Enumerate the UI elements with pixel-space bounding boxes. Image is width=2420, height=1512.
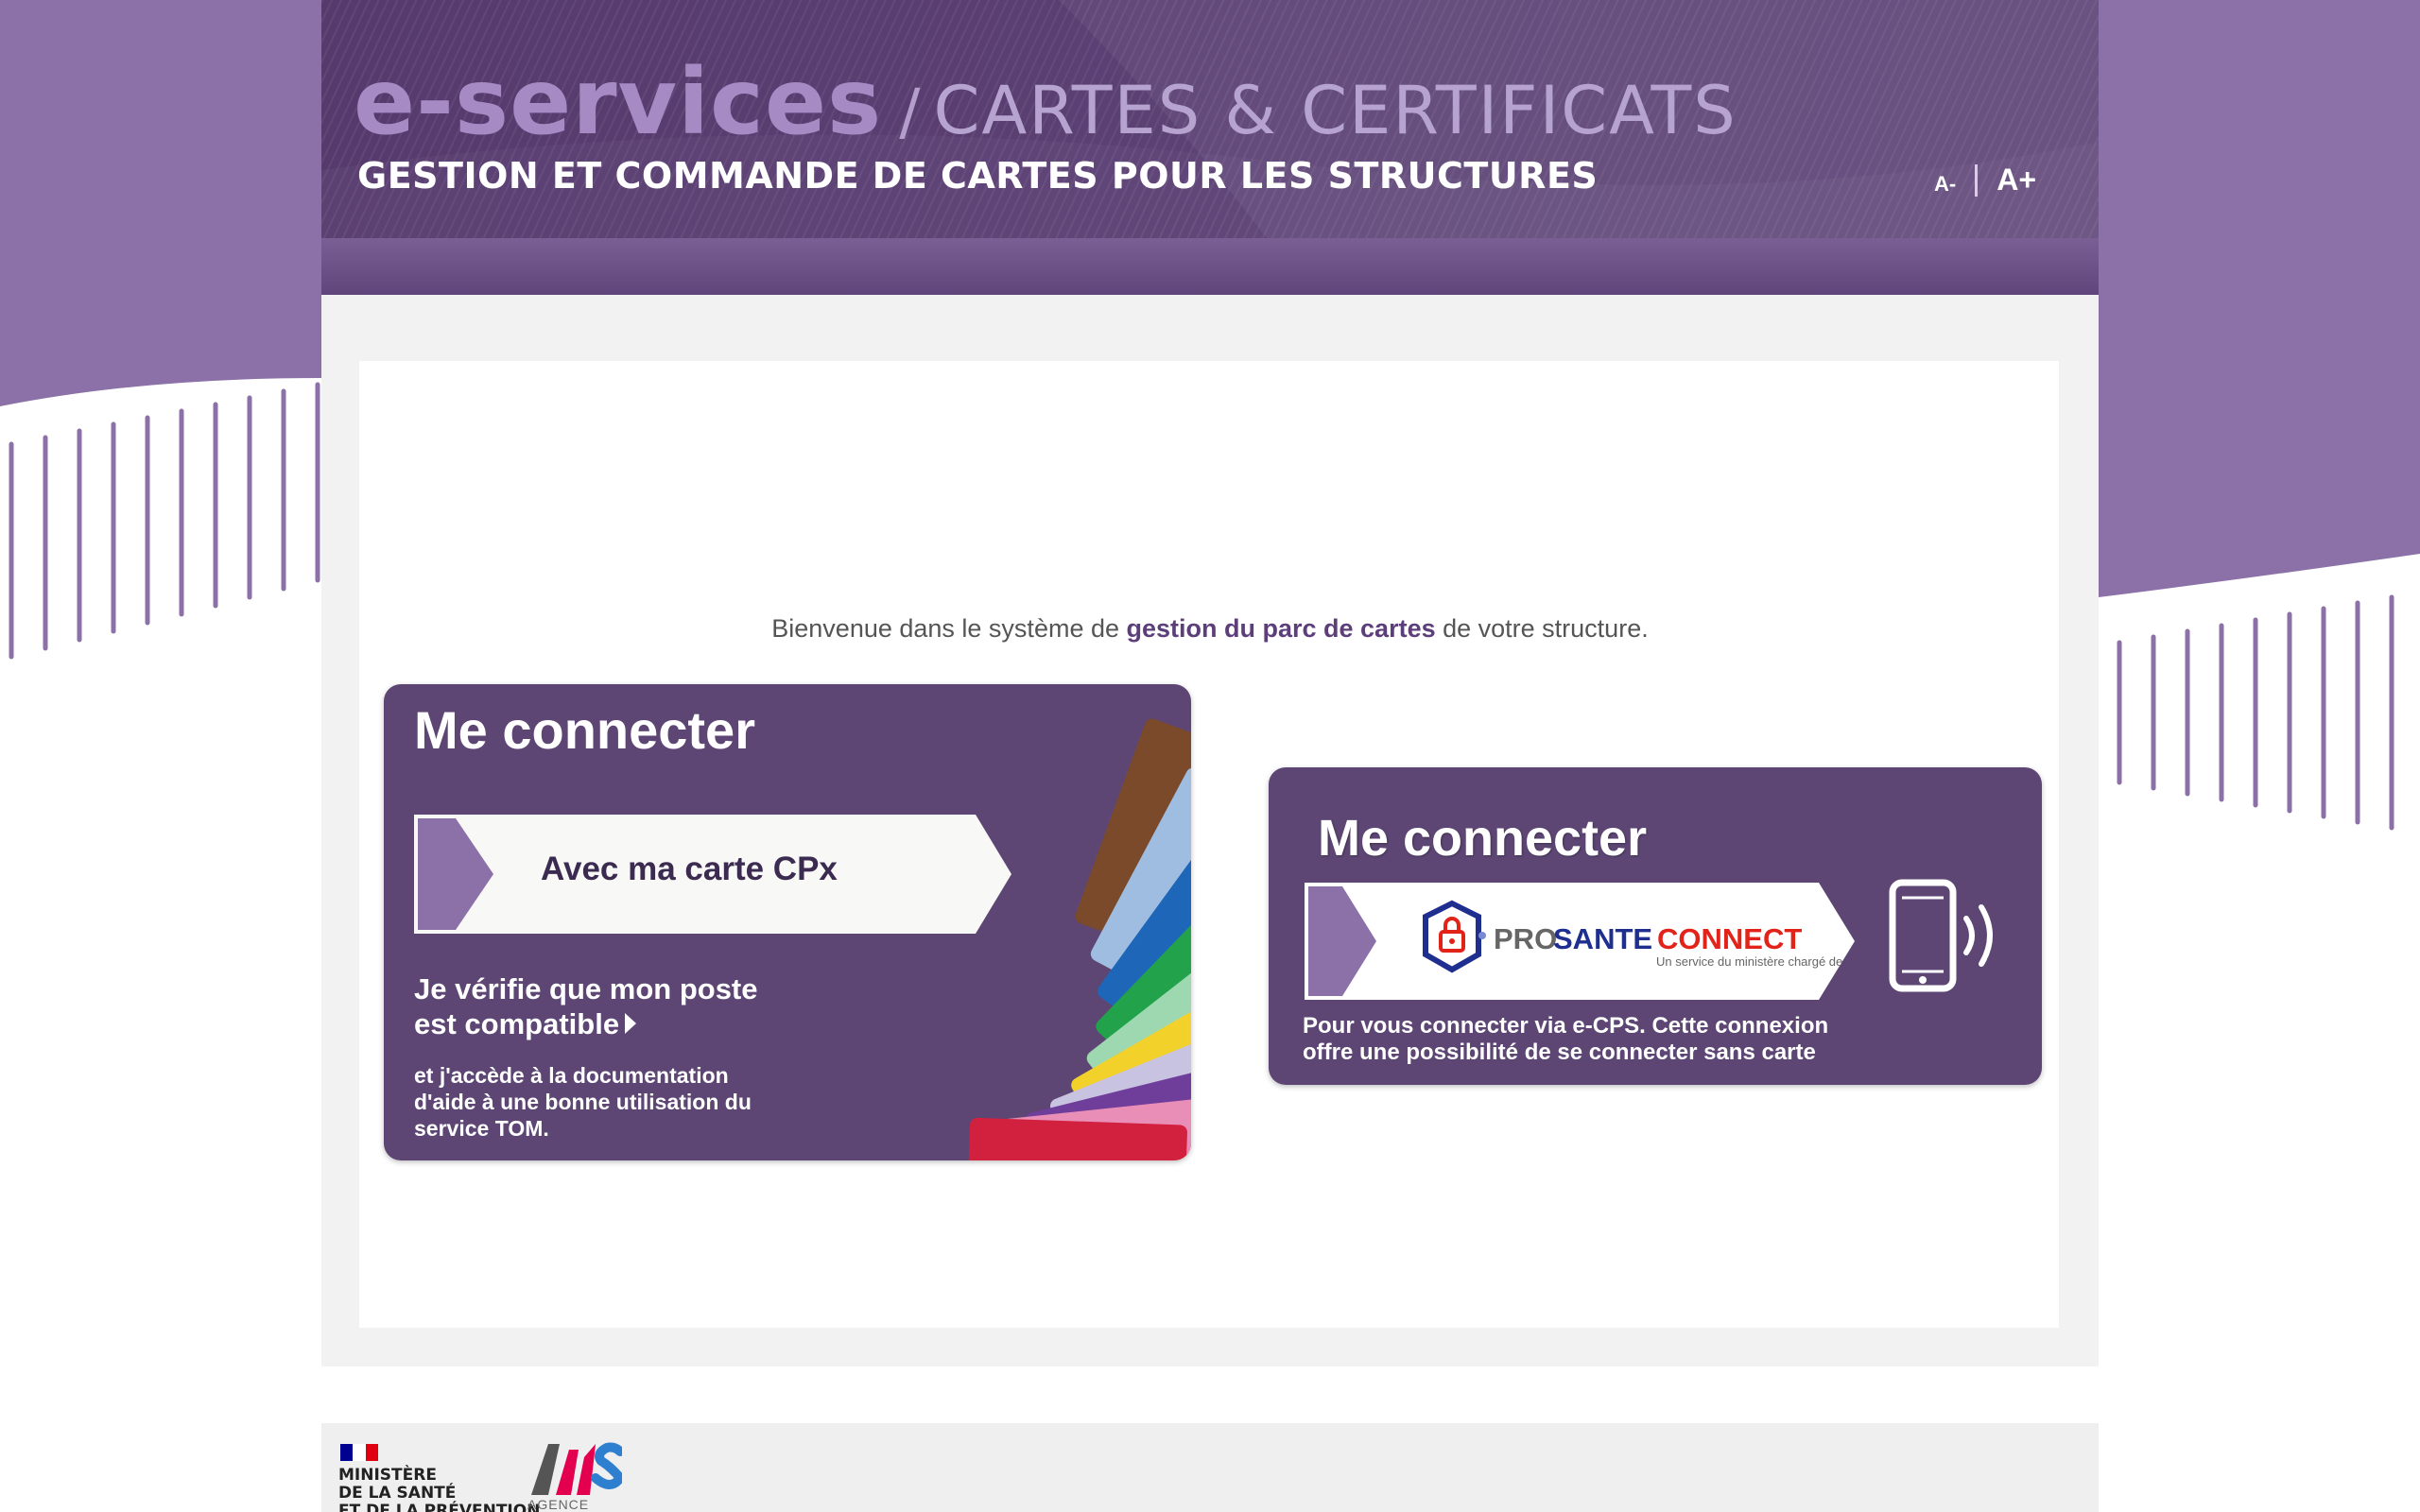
compatibility-check-link[interactable]: Je vérifie que mon poste est compatible bbox=[414, 971, 758, 1041]
compatibility-line-2: est compatible bbox=[414, 1007, 620, 1040]
ministry-line-1: MINISTÈRE bbox=[338, 1466, 437, 1485]
welcome-text-start: Bienvenue dans le système de bbox=[771, 614, 1127, 643]
login-card-pro-sante-connect[interactable]: Me connecter PRO SANTE CONNECT Un servic… bbox=[1269, 767, 2042, 1085]
page-container: e-services / CARTES & CERTIFICATS GESTION … bbox=[321, 0, 2099, 1512]
logo-tagline: Un service du ministère chargé de la San… bbox=[1656, 954, 1845, 969]
brand-title: e-services / CARTES & CERTIFICATS bbox=[354, 49, 1737, 155]
documentation-text: et j'accède à la documentation d'aide à … bbox=[414, 1063, 752, 1141]
pro-sante-connect-logo: PRO SANTE CONNECT Un service du ministèr… bbox=[1423, 900, 1845, 973]
ans-logo[interactable] bbox=[527, 1440, 622, 1497]
psc-card-title: Me connecter bbox=[1318, 810, 1648, 867]
ans-caption: AGENCE bbox=[527, 1497, 590, 1512]
login-card-cpx[interactable]: Me connecter Avec ma carte CPx Je vérifi… bbox=[384, 684, 1191, 1160]
brand-separator: / bbox=[899, 76, 921, 148]
ministry-logo-text: MINISTÈRE DE LA SANTÉ ET DE LA PRÉVENTIO… bbox=[338, 1467, 540, 1512]
main-area: Bienvenue dans le système de gestion du … bbox=[321, 295, 2099, 1366]
psc-description: Pour vous connecter via e-CPS. Cette con… bbox=[1303, 1013, 1829, 1065]
ministry-line-2: DE LA SANTÉ bbox=[338, 1484, 457, 1503]
logo-connect: CONNECT bbox=[1657, 922, 1802, 955]
header-subtitle: GESTION ET COMMANDE DE CARTES POUR LES S… bbox=[357, 155, 1599, 197]
navigation-bar bbox=[321, 238, 2099, 295]
lock-shield-icon bbox=[1423, 900, 1486, 973]
logo-pro: PRO bbox=[1494, 922, 1557, 955]
ministry-line-3: ET DE LA PRÉVENTION bbox=[338, 1502, 541, 1512]
welcome-message: Bienvenue dans le système de gestion du … bbox=[359, 614, 2061, 644]
psc-login-button[interactable]: PRO SANTE CONNECT Un service du ministèr… bbox=[1305, 883, 1855, 1000]
cpx-login-button[interactable]: Avec ma carte CPx bbox=[414, 815, 1011, 934]
cpx-login-label: Avec ma carte CPx bbox=[541, 850, 838, 887]
compatibility-line-1: Je vérifie que mon poste bbox=[414, 972, 758, 1005]
french-flag-icon bbox=[340, 1444, 378, 1461]
content-panel: Bienvenue dans le système de gestion du … bbox=[359, 361, 2059, 1328]
smartphone-nfc-icon bbox=[1889, 879, 1993, 992]
font-controls-divider bbox=[1975, 163, 1979, 197]
font-size-controls: A- A+ bbox=[1934, 163, 2036, 198]
site-header: e-services / CARTES & CERTIFICATS GESTION … bbox=[321, 0, 2099, 238]
font-decrease-button[interactable]: A- bbox=[1934, 172, 1956, 197]
font-increase-button[interactable]: A+ bbox=[1996, 163, 2036, 198]
site-footer: MINISTÈRE DE LA SANTÉ ET DE LA PRÉVENTIO… bbox=[321, 1423, 2099, 1512]
cpx-card-title: Me connecter bbox=[414, 700, 755, 760]
welcome-highlight: gestion du parc de cartes bbox=[1126, 614, 1436, 643]
brand-cartes-certificats: CARTES & CERTIFICATS bbox=[933, 72, 1737, 149]
welcome-text-end: de votre structure. bbox=[1435, 614, 1649, 643]
caret-right-icon bbox=[625, 1013, 637, 1034]
logo-sante: SANTE bbox=[1553, 922, 1652, 955]
brand-eservices: e-services bbox=[354, 49, 883, 155]
